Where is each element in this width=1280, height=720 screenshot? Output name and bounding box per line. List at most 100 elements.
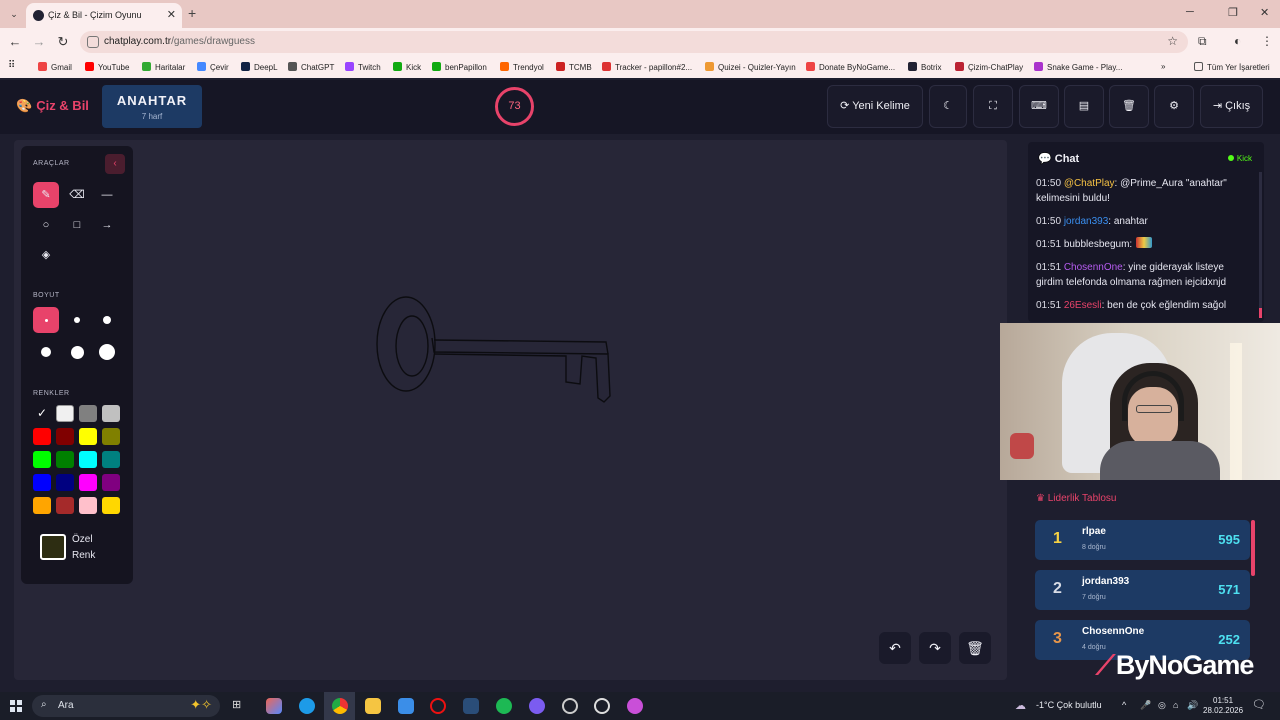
collapse-panel-button[interactable]: ‹ <box>105 154 125 174</box>
microphone-icon[interactable]: 🎤 <box>1140 700 1151 711</box>
fill-tool[interactable]: ◈ <box>33 242 59 268</box>
app-3-icon[interactable] <box>627 698 643 714</box>
reload-icon[interactable]: ↻ <box>54 34 72 50</box>
tab-close-icon[interactable]: ✕ <box>167 8 176 21</box>
taskbar-search[interactable]: ⌕ Ara ✦✧ <box>32 695 220 717</box>
bookmark-cevir[interactable]: Çevir <box>197 62 229 72</box>
notifications-icon[interactable]: 🗨 <box>1252 698 1266 711</box>
bookmark-quizei[interactable]: Quizei - Quizler-Yayın <box>705 62 796 72</box>
close-window-icon[interactable]: ✕ <box>1260 6 1269 19</box>
network-icon[interactable]: ⌂ <box>1173 700 1178 710</box>
chat-scrollbar[interactable] <box>1259 172 1262 318</box>
new-word-button[interactable]: ⟳ Yeni Kelime <box>827 85 923 128</box>
color-swatch[interactable] <box>56 405 74 422</box>
windows-start-icon[interactable] <box>10 700 22 712</box>
clear-button[interactable]: 🗑 <box>1109 85 1149 128</box>
bookmark-deepl[interactable]: DeepL <box>241 62 278 72</box>
line-tool[interactable]: — <box>94 182 120 208</box>
color-swatch[interactable] <box>56 474 74 491</box>
bookmark-youtube[interactable]: YouTube <box>85 62 129 72</box>
color-swatch[interactable] <box>33 474 51 491</box>
color-swatch-selected[interactable]: ✓ <box>33 405 51 422</box>
custom-color-picker[interactable] <box>40 534 66 560</box>
color-swatch[interactable] <box>56 451 74 468</box>
size-5[interactable] <box>64 339 90 365</box>
color-swatch[interactable] <box>102 405 120 422</box>
color-swatch[interactable] <box>79 451 97 468</box>
color-swatch[interactable] <box>102 428 120 445</box>
archive-button[interactable]: ▤ <box>1064 85 1104 128</box>
bookmark-star-icon[interactable]: ☆ <box>1167 34 1178 48</box>
color-swatch[interactable] <box>102 497 120 514</box>
bookmark-cizim-chatplay[interactable]: Çizim-ChatPlay <box>955 62 1023 72</box>
settings-button[interactable]: ⚙ <box>1154 85 1194 128</box>
tab-search-icon[interactable]: ⌄ <box>6 6 22 22</box>
tray-app-icon[interactable]: ◎ <box>1158 700 1166 711</box>
chrome-icon[interactable] <box>332 698 348 714</box>
back-icon[interactable]: ← <box>6 34 24 49</box>
leaderboard-scrollbar[interactable] <box>1251 520 1255 576</box>
size-6[interactable] <box>94 339 120 365</box>
undo-button[interactable]: ↶ <box>879 632 911 664</box>
logout-button[interactable]: ⇥ Çıkış <box>1200 85 1263 128</box>
bookmark-donate[interactable]: Donate ByNoGame... <box>806 62 895 72</box>
site-info-icon[interactable] <box>87 36 99 48</box>
bookmark-snake-game[interactable]: Snake Game - Play... <box>1034 62 1122 72</box>
color-swatch[interactable] <box>79 428 97 445</box>
app-2-icon[interactable] <box>594 698 610 714</box>
brush-tool[interactable]: ✎ <box>33 182 59 208</box>
color-swatch[interactable] <box>33 497 51 514</box>
size-1[interactable] <box>33 307 59 333</box>
obs-icon[interactable] <box>562 698 578 714</box>
size-2[interactable] <box>64 307 90 333</box>
color-swatch[interactable] <box>56 428 74 445</box>
mail-icon[interactable] <box>398 698 414 714</box>
bookmark-twitch[interactable]: Twitch <box>345 62 381 72</box>
file-explorer-icon[interactable] <box>365 698 381 714</box>
profile-icon[interactable]: ◐ <box>1234 34 1241 48</box>
bookmark-botrix[interactable]: Botrix <box>908 62 941 72</box>
bookmark-chatgpt[interactable]: ChatGPT <box>288 62 334 72</box>
forward-icon[interactable]: → <box>30 34 48 49</box>
opera-icon[interactable] <box>430 698 446 714</box>
color-swatch[interactable] <box>102 474 120 491</box>
taskbar-clock[interactable]: 01:51 28.02.2026 <box>1203 696 1243 716</box>
arrow-tool[interactable]: → <box>94 212 120 238</box>
edge-icon[interactable] <box>299 698 315 714</box>
color-swatch[interactable] <box>79 497 97 514</box>
bookmark-haritalar[interactable]: Haritalar <box>142 62 185 72</box>
extensions-icon[interactable]: ⧉ <box>1198 34 1207 49</box>
drawing-canvas[interactable] <box>14 140 1007 680</box>
task-view-icon[interactable]: ⊞ <box>232 698 248 714</box>
bookmark-benpapillon[interactable]: benPapillon <box>432 62 487 72</box>
color-swatch[interactable] <box>79 474 97 491</box>
rectangle-tool[interactable]: □ <box>64 212 90 238</box>
size-3[interactable] <box>94 307 120 333</box>
maximize-icon[interactable]: ❐ <box>1228 6 1238 19</box>
weather-text[interactable]: -1°C Çok bulutlu <box>1036 700 1102 710</box>
tray-chevron-icon[interactable]: ^ <box>1122 700 1126 710</box>
bookmark-kick[interactable]: Kick <box>393 62 421 72</box>
color-swatch[interactable] <box>102 451 120 468</box>
redo-button[interactable]: ↷ <box>919 632 951 664</box>
apps-icon[interactable]: ⠿ <box>8 60 15 71</box>
clear-canvas-button[interactable]: 🗑 <box>959 632 991 664</box>
steam-icon[interactable] <box>463 698 479 714</box>
bookmark-tcmb[interactable]: TCMB <box>556 62 592 72</box>
browser-tab[interactable]: Çiz & Bil - Çizim Oyunu ✕ <box>26 3 182 28</box>
fullscreen-button[interactable]: ⛶ <box>973 85 1013 128</box>
bookmark-tracker[interactable]: Tracker - papillon#2... <box>602 62 692 72</box>
color-swatch[interactable] <box>33 451 51 468</box>
app-icon[interactable] <box>529 698 545 714</box>
circle-tool[interactable]: ○ <box>33 212 59 238</box>
keyboard-button[interactable]: ⌨ <box>1019 85 1059 128</box>
copilot-icon[interactable] <box>266 698 282 714</box>
bookmark-gmail[interactable]: Gmail <box>38 62 72 72</box>
eraser-tool[interactable]: ⌫ <box>64 182 90 208</box>
spotify-icon[interactable] <box>496 698 512 714</box>
size-4[interactable] <box>33 339 59 365</box>
minimize-icon[interactable]: ─ <box>1186 6 1194 18</box>
color-swatch[interactable] <box>79 405 97 422</box>
color-swatch[interactable] <box>33 428 51 445</box>
all-bookmarks[interactable]: Tüm Yer İşaretleri <box>1194 62 1270 72</box>
